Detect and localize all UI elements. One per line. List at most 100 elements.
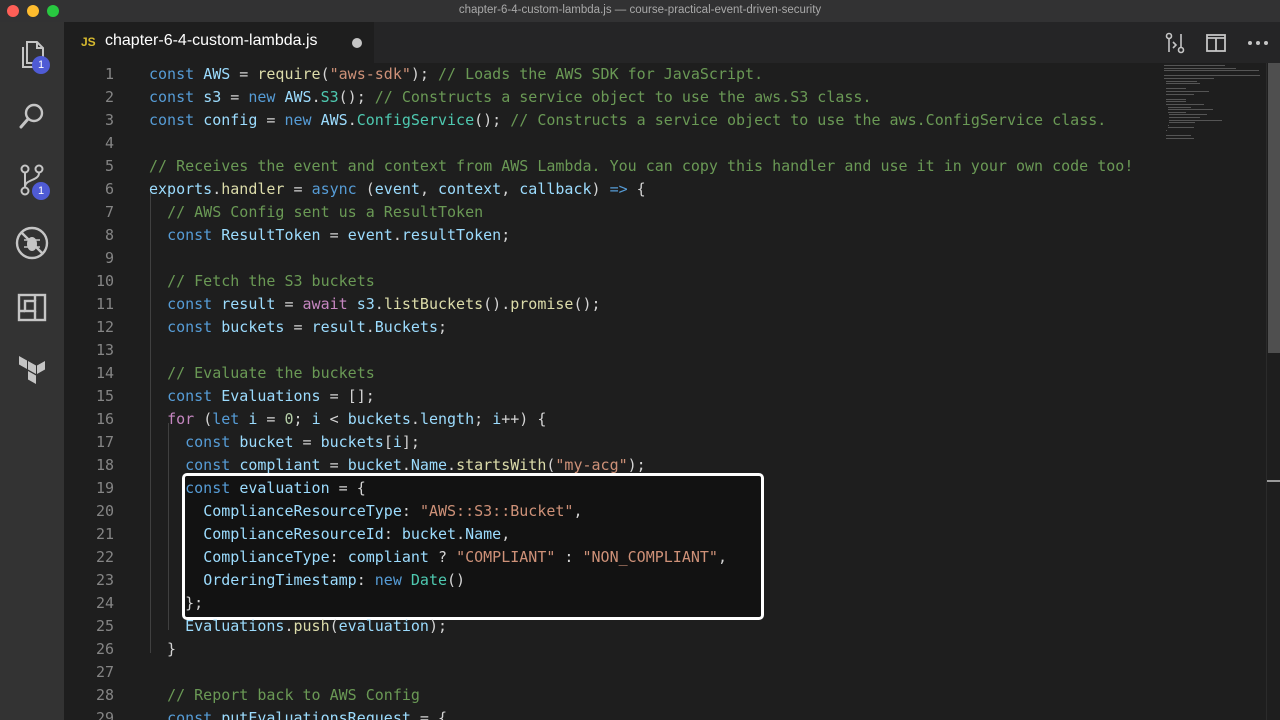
code-token: = xyxy=(293,433,321,451)
minimap-line xyxy=(1165,98,1187,100)
code-line[interactable]: 12 const buckets = result.Buckets; xyxy=(64,316,1164,339)
code-line[interactable]: 19 const evaluation = { xyxy=(64,477,1164,500)
code-text: const result = await s3.listBuckets().pr… xyxy=(149,293,601,316)
code-line[interactable]: 18 const compliant = bucket.Name.startsW… xyxy=(64,454,1164,477)
code-line[interactable]: 4 xyxy=(64,132,1164,155)
minimap-line xyxy=(1165,135,1191,137)
minimap-line xyxy=(1165,83,1200,85)
code-line[interactable]: 5 // Receives the event and context from … xyxy=(64,155,1164,178)
minimap-line xyxy=(1165,88,1187,90)
line-number: 2 xyxy=(104,88,114,106)
code-token: Name xyxy=(410,456,448,474)
code-token: = xyxy=(284,318,312,336)
activity-search[interactable] xyxy=(0,86,64,146)
code-token: ); xyxy=(410,65,438,83)
code-line[interactable]: 6 exports.handler = async (event, context… xyxy=(64,178,1164,201)
code-line[interactable]: 22 ComplianceType: compliant ? "COMPLIAN… xyxy=(64,546,1164,569)
code-token: ); xyxy=(428,617,448,635)
code-token: = xyxy=(275,295,303,313)
code-token: putEvaluationsRequest xyxy=(221,709,411,720)
code-line[interactable]: 15 const Evaluations = []; xyxy=(64,385,1164,408)
activity-debug[interactable] xyxy=(0,213,64,273)
code-line[interactable]: 29 const putEvaluationsRequest = { xyxy=(64,707,1164,720)
split-editor-icon xyxy=(1206,33,1226,52)
code-line[interactable]: 28 // Report back to AWS Config xyxy=(64,684,1164,707)
window-title: chapter-6-4-custom-lambda.js — course-pr… xyxy=(458,4,822,16)
code-line[interactable]: 24 }; xyxy=(64,592,1164,615)
code-token: "aws-sdk" xyxy=(329,65,411,83)
code-line[interactable]: 7 // AWS Config sent us a ResultToken xyxy=(64,201,1164,224)
code-line[interactable]: 3 const config = new AWS.ConfigService();… xyxy=(64,109,1164,132)
terraform-icon xyxy=(19,356,45,384)
tab-filename: chapter-6-4-custom-lambda.js xyxy=(105,32,318,49)
source-control-badge: 1 xyxy=(32,182,50,200)
open-changes-button[interactable] xyxy=(1155,22,1195,63)
code-editor[interactable]: 1 const AWS = require("aws-sdk"); // Load… xyxy=(64,63,1280,720)
code-line[interactable]: 26 } xyxy=(64,638,1164,661)
code-line[interactable]: 21 ComplianceResourceId: bucket.Name, xyxy=(64,523,1164,546)
code-line[interactable]: 11 const result = await s3.listBuckets()… xyxy=(64,293,1164,316)
code-line[interactable]: 16 for (let i = 0; i < buckets.length; i… xyxy=(64,408,1164,431)
code-token: ]; xyxy=(401,433,420,451)
line-number: 29 xyxy=(95,709,114,720)
code-token: const xyxy=(167,318,222,336)
code-line[interactable]: 9 xyxy=(64,247,1164,270)
code-lines: 1 const AWS = require("aws-sdk"); // Load… xyxy=(64,63,1280,720)
code-token: ? xyxy=(428,548,457,566)
code-token: { xyxy=(627,180,646,198)
activity-extensions[interactable] xyxy=(0,277,64,337)
code-token: "AWS::S3::Bucket" xyxy=(419,502,574,520)
code-line[interactable]: 20 ComplianceResourceType: "AWS::S3::Buc… xyxy=(64,500,1164,523)
split-editor-button[interactable] xyxy=(1196,22,1236,63)
code-token: : xyxy=(401,502,420,520)
code-token: evaluation xyxy=(239,479,330,497)
code-token: i xyxy=(392,433,402,451)
code-token: "NON_COMPLIANT" xyxy=(582,548,718,566)
code-line[interactable]: 17 const bucket = buckets[i]; xyxy=(64,431,1164,454)
line-number: 12 xyxy=(95,318,114,336)
unsaved-dot-icon[interactable] xyxy=(352,38,362,48)
activity-explorer[interactable]: 1 xyxy=(0,24,64,84)
code-line[interactable]: 25 Evaluations.push(evaluation); xyxy=(64,615,1164,638)
line-number: 18 xyxy=(95,456,114,474)
editor-tab[interactable]: JS chapter-6-4-custom-lambda.js xyxy=(64,22,374,63)
line-number: 15 xyxy=(95,387,114,405)
code-token: compliant xyxy=(347,548,429,566)
code-line[interactable]: 10 // Fetch the S3 buckets xyxy=(64,270,1164,293)
code-token: ComplianceResourceType xyxy=(203,502,402,520)
minimap[interactable] xyxy=(1160,63,1266,720)
vertical-scrollbar[interactable] xyxy=(1266,63,1280,720)
code-token: ( xyxy=(203,410,213,428)
activity-source-control[interactable]: 1 xyxy=(0,150,64,210)
open-changes-icon xyxy=(1165,32,1185,53)
line-number: 3 xyxy=(104,111,114,129)
more-actions-button[interactable] xyxy=(1238,22,1278,63)
scrollbar-thumb[interactable] xyxy=(1268,63,1280,353)
code-token: buckets xyxy=(347,410,411,428)
code-line[interactable]: 1 const AWS = require("aws-sdk"); // Load… xyxy=(64,63,1164,86)
code-text: for (let i = 0; i < buckets.length; i++)… xyxy=(149,408,546,431)
code-line[interactable]: 27 xyxy=(64,661,1164,684)
code-line[interactable]: 13 xyxy=(64,339,1164,362)
code-token: ComplianceType xyxy=(203,548,330,566)
code-token: const xyxy=(185,456,240,474)
line-number: 22 xyxy=(95,548,114,566)
line-number: 10 xyxy=(95,272,114,290)
code-token: ( xyxy=(329,617,339,635)
line-number: 13 xyxy=(95,341,114,359)
code-token: AWS xyxy=(320,111,348,129)
code-token: : xyxy=(356,571,375,589)
code-line[interactable]: 14 // Evaluate the buckets xyxy=(64,362,1164,385)
code-line[interactable]: 8 const ResultToken = event.resultToken; xyxy=(64,224,1164,247)
code-token: result xyxy=(311,318,366,336)
code-line[interactable]: 2 const s3 = new AWS.S3(); // Constructs … xyxy=(64,86,1164,109)
minimap-line xyxy=(1169,114,1208,116)
code-line[interactable]: 23 OrderingTimestamp: new Date() xyxy=(64,569,1164,592)
activity-terraform[interactable] xyxy=(0,340,64,400)
